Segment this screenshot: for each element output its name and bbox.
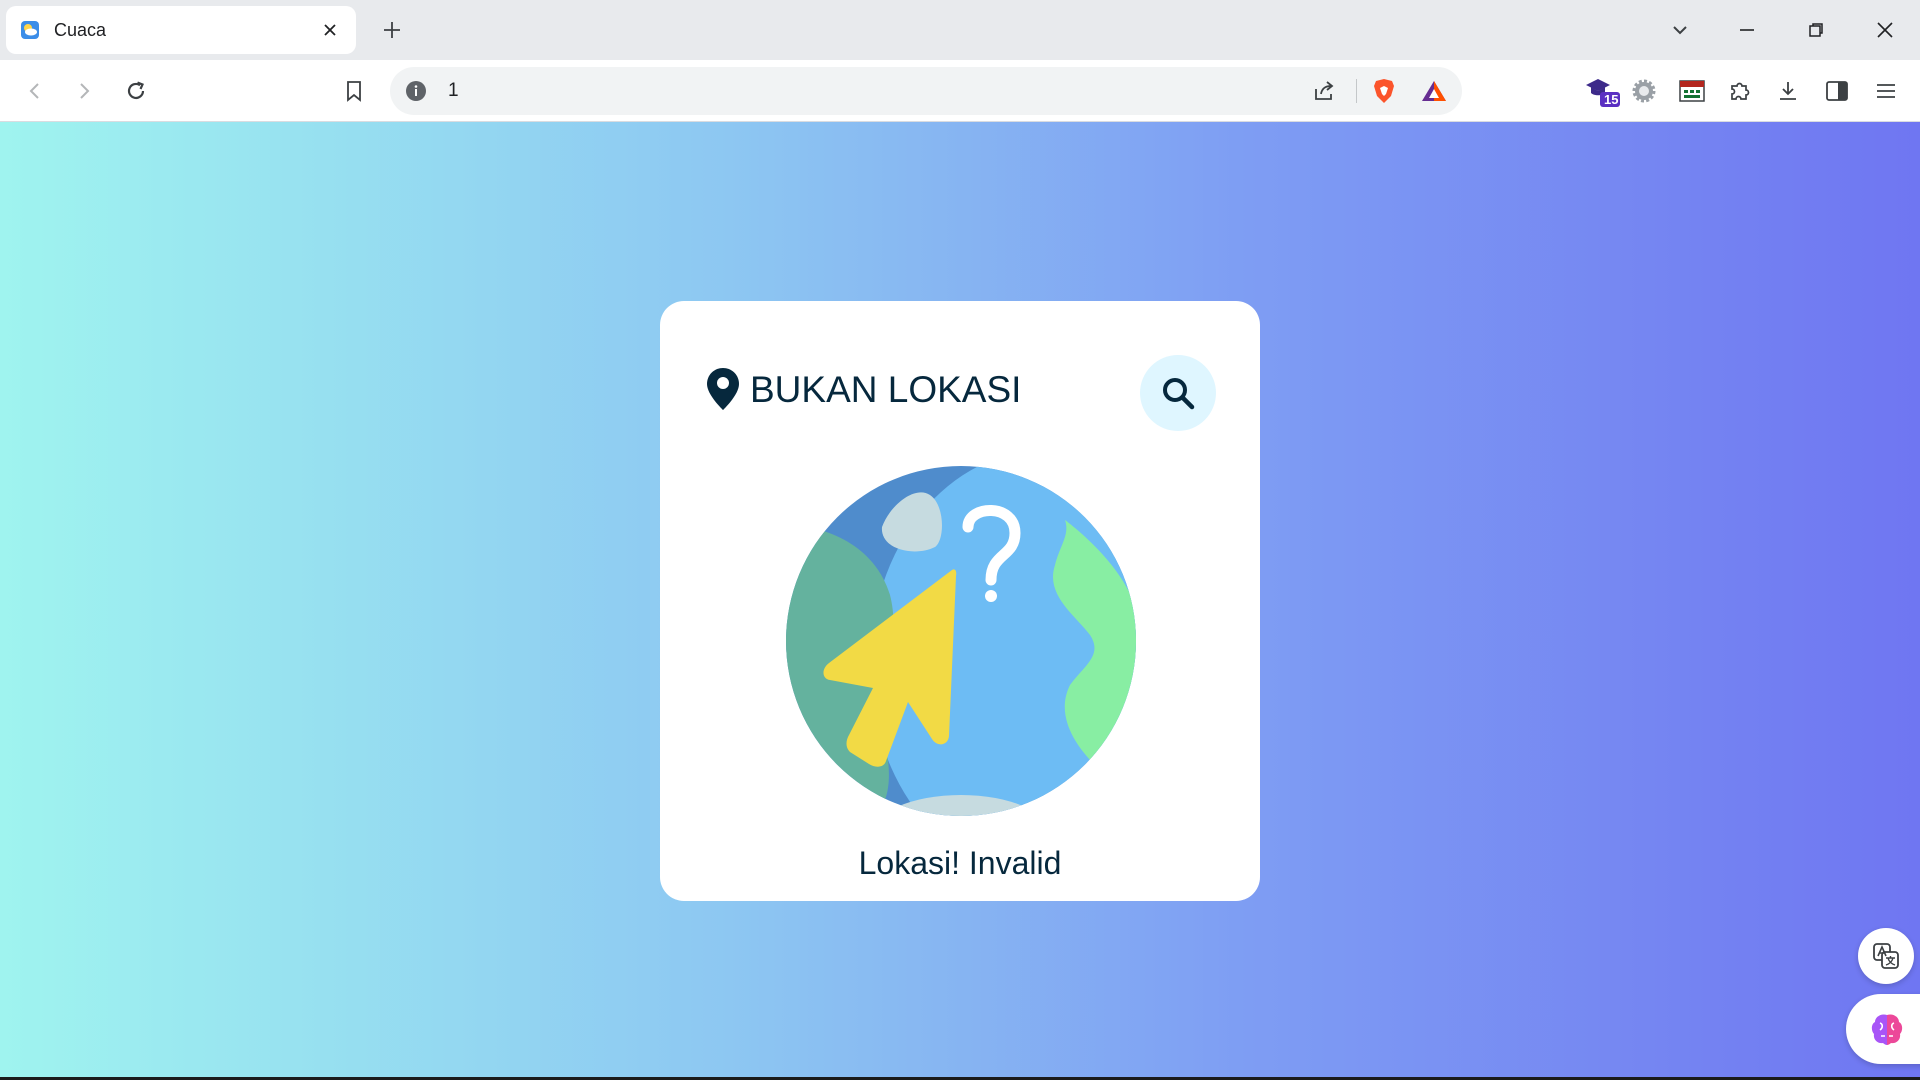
reload-icon[interactable] <box>120 75 152 107</box>
page-background: Lokasi! Invalid <box>0 122 1920 1078</box>
globe-cursor-question-icon <box>786 466 1136 816</box>
search-box <box>706 355 1216 431</box>
menu-icon[interactable] <box>1870 75 1902 107</box>
bookmark-icon[interactable] <box>338 75 370 107</box>
browser-toolbar: 1 15 <box>0 60 1920 122</box>
minimize-button[interactable] <box>1731 14 1763 46</box>
tab-strip: Cuaca <box>0 0 1920 60</box>
brain-icon <box>1871 1014 1903 1045</box>
error-message: Lokasi! Invalid <box>858 845 1062 881</box>
calendar-extension-icon[interactable] <box>1676 75 1708 107</box>
extensions-puzzle-icon[interactable] <box>1724 75 1756 107</box>
new-tab-button[interactable] <box>378 16 406 44</box>
site-info-icon[interactable] <box>404 79 428 103</box>
translate-button[interactable] <box>1858 928 1914 984</box>
location-input[interactable] <box>750 363 1110 417</box>
back-icon[interactable] <box>19 75 51 107</box>
omnibox-divider <box>1356 79 1357 103</box>
error-illustration <box>785 465 1137 817</box>
restore-button[interactable] <box>1800 14 1832 46</box>
sidebar-toggle-icon[interactable] <box>1821 75 1853 107</box>
download-icon[interactable] <box>1772 75 1804 107</box>
settings-gear-icon[interactable] <box>1628 75 1660 107</box>
location-pin-icon <box>707 368 739 410</box>
tab-close-icon[interactable] <box>318 18 342 42</box>
tab-title: Cuaca <box>54 19 107 40</box>
url-text: 1 <box>448 80 459 101</box>
close-window-button[interactable] <box>1869 14 1901 46</box>
share-icon[interactable] <box>1310 77 1338 105</box>
translate-icon <box>1873 943 1899 969</box>
address-bar[interactable]: 1 <box>390 67 1462 115</box>
scholar-extension-icon[interactable]: 15 <box>1582 75 1622 107</box>
search-button[interactable] <box>1140 355 1216 431</box>
weather-card: Lokasi! Invalid <box>660 301 1260 901</box>
search-icon <box>1163 378 1195 410</box>
brave-shields-icon[interactable] <box>1370 77 1398 105</box>
browser-tab[interactable]: Cuaca <box>6 6 356 54</box>
ai-assistant-button[interactable] <box>1846 994 1920 1064</box>
tab-search-chevron-icon[interactable] <box>1664 14 1696 46</box>
forward-icon[interactable] <box>68 75 100 107</box>
extension-badge: 15 <box>1604 92 1619 107</box>
rewards-icon[interactable] <box>1420 77 1448 105</box>
weather-icon <box>21 21 39 39</box>
